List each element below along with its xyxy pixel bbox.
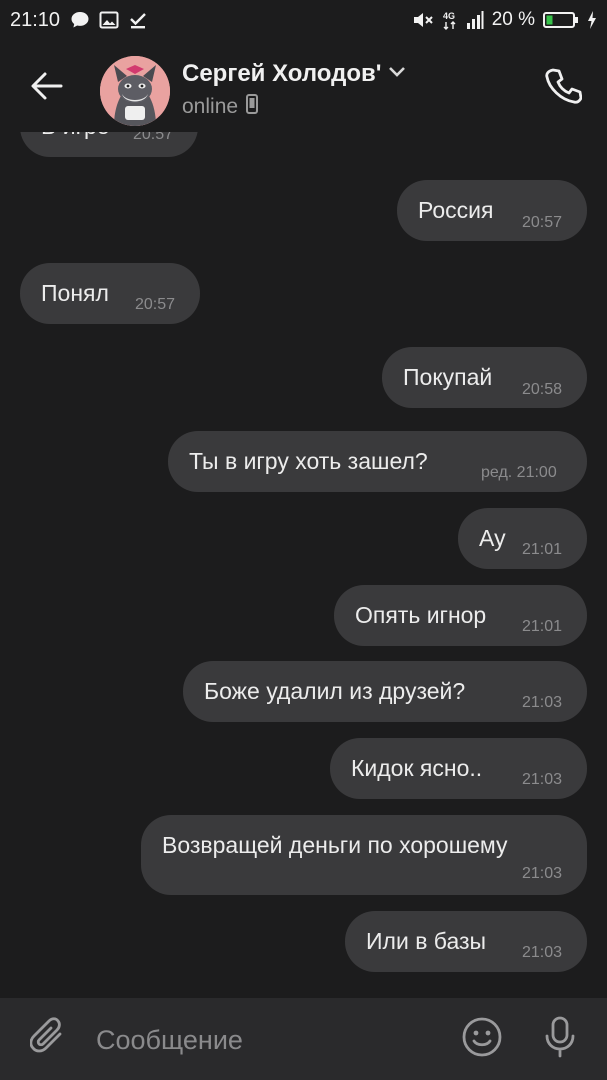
message-time: 20:57 xyxy=(522,214,563,231)
contact-name-row[interactable]: Сергей Холодов' xyxy=(182,60,406,88)
message-time: 21:01 xyxy=(522,541,563,558)
message-text: В игре xyxy=(41,132,110,140)
message-bubble-out[interactable]: Или в базы 21:03 xyxy=(345,911,587,972)
avatar[interactable] xyxy=(100,56,170,126)
status-bar: 21:10 4G 20 % xyxy=(0,0,607,40)
message-time: 21:03 xyxy=(522,944,563,961)
download-done-icon xyxy=(128,10,148,30)
message-time: 20:57 xyxy=(135,296,176,313)
notification-icons xyxy=(70,10,148,30)
call-button[interactable] xyxy=(538,66,588,110)
message-bubble-out[interactable]: Боже удалил из друзей? 21:03 xyxy=(183,661,587,722)
contact-name: Сергей Холодов' xyxy=(182,60,382,87)
message-text: Понял xyxy=(41,280,109,306)
chat-header: Сергей Холодов' online xyxy=(0,40,607,132)
microphone-icon xyxy=(542,1015,578,1064)
message-time: ред. 21:00 xyxy=(481,464,557,481)
contact-status-row: online xyxy=(182,94,259,119)
message-text: Опять игнор xyxy=(355,602,487,628)
message-list[interactable]: В игре 20:57 Россия 20:57 Понял 20:57 По… xyxy=(0,132,607,998)
message-text: Кидок ясно.. xyxy=(351,755,483,781)
message-composer xyxy=(0,998,607,1080)
message-text: Боже удалил из друзей? xyxy=(204,678,466,704)
message-bubble-in[interactable]: Понял 20:57 xyxy=(20,263,200,324)
voice-message-button[interactable] xyxy=(538,1016,582,1062)
message-text: Возвращей деньги по хорошему xyxy=(162,832,508,858)
message-text: Ау xyxy=(479,525,506,551)
back-arrow-icon xyxy=(30,71,64,106)
system-status-icons: 4G 20 % xyxy=(412,9,597,31)
battery-icon xyxy=(543,11,579,29)
message-bubble-out[interactable]: Ты в игру хоть зашел? ред. 21:00 xyxy=(168,431,587,492)
charging-icon xyxy=(587,10,597,30)
message-text: Россия xyxy=(418,197,494,223)
message-input[interactable] xyxy=(96,1020,436,1060)
4g-icon: 4G xyxy=(442,9,458,31)
message-bubble-out[interactable]: Ау 21:01 xyxy=(458,508,587,569)
mobile-icon xyxy=(246,94,259,119)
emoji-icon xyxy=(461,1016,503,1063)
message-bubble-out[interactable]: Россия 20:57 xyxy=(397,180,587,241)
message-time: 21:01 xyxy=(522,618,563,635)
message-bubble-out[interactable]: Возвращей деньги по хорошему 21:03 xyxy=(141,815,587,895)
mute-icon xyxy=(412,10,434,30)
image-notification-icon xyxy=(99,10,119,30)
message-time: 21:03 xyxy=(522,694,563,711)
back-button[interactable] xyxy=(22,66,72,110)
signal-icon xyxy=(466,10,484,30)
message-bubble-out[interactable]: Опять игнор 21:01 xyxy=(334,585,587,646)
chat-notification-icon xyxy=(70,10,90,30)
message-bubble-in[interactable]: В игре 20:57 xyxy=(20,132,198,157)
svg-text:4G: 4G xyxy=(443,11,455,21)
message-time: 21:03 xyxy=(522,771,563,788)
message-bubble-out[interactable]: Кидок ясно.. 21:03 xyxy=(330,738,587,799)
message-text: Ты в игру хоть зашел? xyxy=(189,448,428,474)
message-time: 20:58 xyxy=(522,381,563,398)
paperclip-icon xyxy=(29,1016,66,1062)
phone-icon xyxy=(544,67,583,110)
status-time: 21:10 xyxy=(10,8,61,31)
message-time: 20:57 xyxy=(133,132,174,143)
message-text: Или в базы xyxy=(366,928,487,954)
chevron-down-icon xyxy=(388,65,406,83)
avatar-image xyxy=(100,56,170,126)
message-time: 21:03 xyxy=(522,865,563,882)
emoji-button[interactable] xyxy=(460,1017,504,1061)
battery-percent: 20 % xyxy=(491,9,535,30)
contact-status: online xyxy=(182,94,239,118)
attach-button[interactable] xyxy=(28,1016,68,1062)
message-text: Покупай xyxy=(403,364,493,390)
message-bubble-out[interactable]: Покупай 20:58 xyxy=(382,347,587,408)
